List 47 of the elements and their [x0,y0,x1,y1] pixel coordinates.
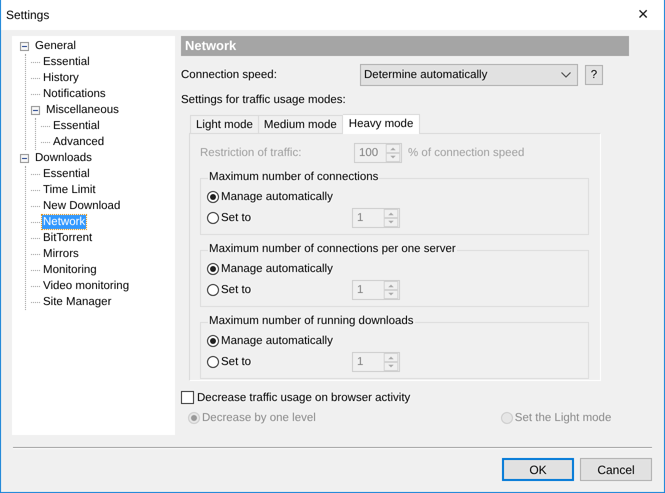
window-title: Settings [6,8,50,22]
radio-button[interactable]: Set to [207,284,252,296]
section-label: Settings for traffic usage modes: [181,94,347,106]
group-title: Maximum number of connections [208,171,380,183]
tree-item[interactable]: Downloads [34,151,93,165]
tree-item[interactable]: Monitoring [42,263,98,277]
section-header: Network [181,36,629,56]
field-label: Connection speed: [181,69,278,81]
help-button[interactable]: ? [585,65,603,85]
checkbox[interactable]: Decrease traffic usage on browser activity [181,391,629,404]
spin-arrows-icon[interactable] [383,280,399,298]
dialog-button[interactable]: Cancel [580,458,652,481]
radio-button[interactable]: Set to [207,356,252,368]
radio-button[interactable]: Set to [207,212,252,224]
group-title: Maximum number of connections per one server [208,243,457,255]
radio-button[interactable]: Manage automatically [207,190,333,202]
tree-item[interactable]: Notifications [42,87,107,101]
tree-item[interactable]: Time Limit [42,183,97,197]
tree-item[interactable]: Essential [42,167,91,181]
field-label: Restriction of traffic: [200,147,302,159]
tab[interactable]: Light mode [190,115,259,133]
collapse-icon[interactable] [31,106,40,114]
chevron-down-icon [561,72,571,78]
spin-arrows-icon[interactable] [383,208,399,226]
group-title: Maximum number of running downloads [208,315,415,327]
tree-item[interactable]: Video monitoring [42,279,130,293]
tree-item[interactable]: Mirrors [42,247,80,261]
tab[interactable]: Medium mode [258,115,343,133]
tree-item[interactable]: Essential [42,55,91,69]
tree-item[interactable]: Miscellaneous [45,103,120,117]
tree-item[interactable]: Advanced [52,135,106,149]
collapse-icon[interactable] [20,154,29,162]
tab[interactable]: Heavy mode [342,114,420,134]
radio-button[interactable]: Manage automatically [207,334,333,346]
spin-arrows-icon[interactable] [383,352,399,370]
dialog-button[interactable]: OK [502,458,574,481]
radio-button[interactable]: Manage automatically [207,262,333,274]
tree-item[interactable]: New Download [42,199,122,213]
tree-item[interactable]: General [34,39,77,53]
tree-item[interactable]: BitTorrent [42,231,94,245]
speed-dropdown[interactable]: Determine automatically [360,64,578,86]
tree-item[interactable]: Site Manager [42,295,112,309]
tree-item[interactable]: Essential [52,119,101,133]
tree-item[interactable]: History [42,71,80,85]
close-button[interactable]: ✕ [637,7,649,23]
collapse-icon[interactable] [20,42,29,50]
unit-label: % of connection speed [408,147,524,159]
